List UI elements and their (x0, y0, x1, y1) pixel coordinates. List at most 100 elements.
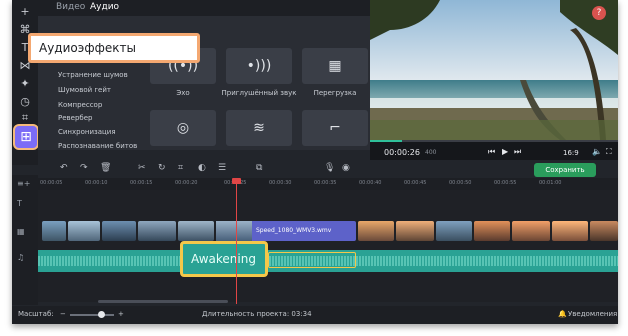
more-tools-icon[interactable]: ⊞ (13, 124, 39, 150)
edit-toolbar: ↶ ↷ 🗑 ✂ ↻ ⌗ ◐ ☰ ⧉ 🎙 ◉ (38, 160, 618, 176)
notifications-link[interactable]: Уведомления (568, 310, 617, 318)
play-icon[interactable]: ▶ (502, 147, 508, 156)
redo-icon[interactable]: ↷ (80, 163, 88, 173)
category-sync[interactable]: Синхронизация (58, 128, 116, 136)
help-button[interactable]: ? (592, 6, 606, 20)
overlay-icon[interactable]: ⧉ (256, 163, 262, 173)
zoom-slider[interactable] (70, 311, 114, 318)
next-frame-icon[interactable]: ⏭ (514, 147, 521, 157)
media-tabs: Видео Аудио (38, 0, 382, 16)
fullscreen-icon[interactable]: ⛶ (606, 147, 612, 157)
project-duration: Длительность проекта: 03:34 (202, 310, 312, 318)
timecode: 00:00:26 (384, 148, 420, 157)
ruler-tick: 00:00:20 (175, 180, 198, 186)
ruler-tick: 00:00:40 (359, 180, 382, 186)
spiral-icon: ◎ (176, 120, 190, 136)
playhead-handle[interactable] (232, 178, 241, 184)
rotate-icon[interactable]: ↻ (158, 163, 166, 173)
video-clip[interactable] (138, 221, 176, 241)
playhead[interactable] (236, 178, 237, 304)
add-icon[interactable]: + (17, 4, 33, 20)
zoom-out-icon[interactable]: − (60, 310, 66, 318)
video-clip[interactable] (436, 221, 472, 241)
effect-muffled-label: Приглушённый звук (221, 89, 297, 97)
timecode-ms: 400 (425, 149, 437, 156)
preview-frame: ? (370, 0, 618, 140)
title-track-icon[interactable]: T (17, 199, 22, 208)
effect-pipe-tile[interactable]: ⌐ (302, 110, 368, 146)
tab-audio[interactable]: Аудио (90, 2, 119, 12)
ruler-tick: 00:00:35 (314, 180, 337, 186)
ruler-tick: 00:00:30 (269, 180, 292, 186)
zoom-in-icon[interactable]: + (118, 310, 124, 318)
previous-frame-icon[interactable]: ⏮ (488, 147, 495, 157)
video-clip[interactable] (68, 221, 100, 241)
clip-properties-icon[interactable]: ☰ (218, 163, 226, 173)
color-adjust-icon[interactable]: ◐ (198, 163, 206, 173)
pipe-icon: ⌐ (329, 120, 341, 136)
category-beat-detection[interactable]: Распознавание битов (58, 142, 137, 150)
microphone-icon[interactable]: 🎙 (324, 163, 335, 173)
overdrive-icon: ▦ (328, 58, 342, 74)
effect-spiral-tile[interactable]: ◎ (150, 110, 216, 146)
clip-thumbnail (216, 221, 252, 241)
effect-muffled-tile[interactable]: •))) (226, 48, 292, 84)
wave-pattern-icon: ≋ (253, 120, 265, 136)
timeline-scrollbar[interactable] (98, 300, 228, 303)
ruler-tick: 00:00:45 (404, 180, 427, 186)
zoom-slider-handle[interactable] (98, 311, 105, 318)
crop-icon[interactable]: ⌗ (178, 163, 183, 173)
app-window: + ⌘ T ⋈ ✦ ◷ ⌗ ⊞ Видео Аудио Устранение ш… (12, 0, 618, 324)
add-track-icon[interactable]: ≡+ (17, 179, 30, 188)
zoom-label: Масштаб: (18, 310, 54, 318)
beach-scene-image (370, 0, 618, 140)
ruler-tick: 00:00:10 (85, 180, 108, 186)
category-noise-gate[interactable]: Шумовой гейт (58, 86, 111, 94)
cut-icon[interactable]: ✂ (138, 163, 146, 173)
aspect-ratio-select[interactable]: 16:9 (563, 149, 579, 157)
video-clip[interactable] (178, 221, 214, 241)
effect-overdrive-tile[interactable]: ▦ (302, 48, 368, 84)
category-compressor[interactable]: Компрессор (58, 101, 102, 109)
audio-clip-outline[interactable] (268, 252, 356, 268)
tool-sidebar: + ⌘ T ⋈ ✦ ◷ ⌗ ⊞ (12, 0, 39, 165)
video-clip[interactable] (512, 221, 550, 241)
video-clip[interactable] (474, 221, 510, 241)
muffled-sound-icon: •))) (246, 58, 272, 74)
video-clip[interactable] (102, 221, 136, 241)
video-preview: ? 00:00:26 400 ⏮ ▶ ⏭ 16:9 🔈 ⛶ (370, 0, 618, 165)
audio-clip-title: Awakening (191, 252, 256, 266)
video-clip[interactable] (358, 221, 394, 241)
webcam-icon[interactable]: ◉ (342, 163, 350, 173)
undo-icon[interactable]: ↶ (60, 163, 68, 173)
ruler-tick: 00:00:50 (449, 180, 472, 186)
video-track-icon[interactable]: ▦ (17, 227, 25, 236)
ruler-tick: 00:00:55 (494, 180, 517, 186)
video-clip-title: Speed_1080_WMV3.wmv (256, 227, 332, 234)
ruler-tick: 00:00:05 (40, 180, 63, 186)
delete-icon[interactable]: 🗑 (100, 163, 111, 173)
volume-icon[interactable]: 🔈 (592, 147, 602, 156)
filters-icon[interactable]: ✦ (17, 76, 33, 92)
ruler-tick: 00:01:00 (539, 180, 562, 186)
video-clip-selected[interactable]: Speed_1080_WMV3.wmv (216, 221, 356, 241)
audio-track-icon[interactable]: ♫ (17, 253, 24, 262)
selected-audio-clip[interactable]: Awakening (180, 241, 268, 277)
status-bar: Масштаб: − + Длительность проекта: 03:34… (12, 306, 618, 324)
save-button[interactable]: Сохранить (534, 163, 596, 177)
video-clip[interactable] (552, 221, 588, 241)
audio-effects-callout: Аудиоэффекты (28, 33, 200, 63)
effect-overdrive-label: Перегрузка (313, 89, 357, 97)
video-clip[interactable] (42, 221, 66, 241)
notifications-icon[interactable]: 🔔 (558, 310, 567, 318)
category-reverb[interactable]: Ревербер (58, 114, 92, 122)
effect-wave-tile[interactable]: ≋ (226, 110, 292, 146)
preview-progress-track[interactable] (370, 140, 618, 142)
video-clip[interactable] (590, 221, 618, 241)
category-noise-removal[interactable]: Устранение шумов (58, 71, 128, 79)
speed-icon[interactable]: ◷ (17, 94, 33, 110)
video-clip[interactable] (396, 221, 434, 241)
timeline-ruler[interactable]: 00:00:05 00:00:10 00:00:15 00:00:20 00:0… (38, 178, 618, 190)
track-controls: ≡+ T ▦ ♫ (12, 175, 38, 305)
tab-video[interactable]: Видео (56, 2, 85, 12)
